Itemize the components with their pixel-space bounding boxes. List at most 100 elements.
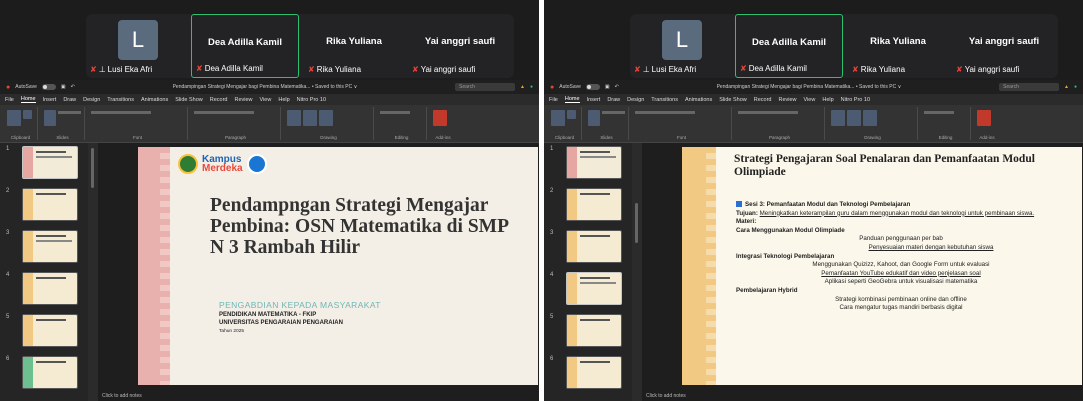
tab-file[interactable]: File xyxy=(5,97,14,103)
slide-year: Tahun 2025 xyxy=(219,329,245,334)
tab-transitions[interactable]: Transitions xyxy=(651,97,678,103)
font-controls[interactable] xyxy=(635,111,695,114)
tab-slide-show[interactable]: Slide Show xyxy=(175,97,203,103)
slide-title[interactable]: Kampus Merdeka Pendampngan Strategi Menga… xyxy=(138,147,538,385)
slide-thumb-4[interactable] xyxy=(566,272,622,305)
autosave-toggle[interactable] xyxy=(41,84,56,90)
paste-icon[interactable] xyxy=(7,110,21,126)
group-font: Font xyxy=(632,107,732,140)
search-input[interactable]: Search xyxy=(455,83,516,91)
autosave-toggle[interactable] xyxy=(585,84,600,90)
slide-thumb-3[interactable] xyxy=(22,230,78,263)
user-avatar-icon[interactable]: ● xyxy=(530,84,533,90)
document-title[interactable]: Pendampingan Strategi Mengajar bagi Pemb… xyxy=(624,84,994,90)
slide-number: 2 xyxy=(550,188,554,194)
slide-thumb-1[interactable] xyxy=(22,146,78,179)
tab-nitro[interactable]: Nitro Pro 10 xyxy=(841,97,870,103)
tab-review[interactable]: Review xyxy=(234,97,252,103)
tab-review[interactable]: Review xyxy=(778,97,796,103)
participant-tile-lusi[interactable]: L ✘ ⊥ Lusi Eka Afri xyxy=(630,14,730,78)
new-slide-icon[interactable] xyxy=(588,110,601,126)
paragraph-controls[interactable] xyxy=(194,111,254,114)
thumbnail-scrollbar[interactable] xyxy=(91,148,94,188)
blue-square-icon xyxy=(736,201,742,208)
slide-thumb-2[interactable] xyxy=(566,188,622,221)
save-icon[interactable]: ▣ xyxy=(605,84,610,90)
user-avatar-icon[interactable]: ● xyxy=(1074,84,1077,90)
slide-thumb-1[interactable] xyxy=(566,146,622,179)
tab-nitro[interactable]: Nitro Pro 10 xyxy=(297,97,326,103)
tab-draw[interactable]: Draw xyxy=(63,97,76,103)
layout-control[interactable] xyxy=(602,111,625,114)
tab-record[interactable]: Record xyxy=(754,97,772,103)
find-replace-controls[interactable] xyxy=(924,111,954,114)
thumb-stripe xyxy=(23,357,33,388)
thumb-stripe xyxy=(567,273,577,304)
tab-help[interactable]: Help xyxy=(822,97,833,103)
university-logo-icon xyxy=(178,154,198,174)
slide-thumb-5[interactable] xyxy=(22,314,78,347)
slide-thumb-6[interactable] xyxy=(566,356,622,389)
tab-design[interactable]: Design xyxy=(83,97,100,103)
shapes-icon[interactable] xyxy=(287,110,301,126)
search-input[interactable]: Search xyxy=(999,83,1060,91)
slide-content[interactable]: Strategi Pengajaran Soal Penalaran dan P… xyxy=(682,147,1082,385)
find-replace-controls[interactable] xyxy=(380,111,410,114)
undo-icon[interactable]: ↶ xyxy=(71,84,75,90)
tab-animations[interactable]: Animations xyxy=(685,97,712,103)
kampus-merdeka-logo: Kampus Merdeka xyxy=(202,155,243,174)
tab-slide-show[interactable]: Slide Show xyxy=(719,97,747,103)
participant-tile-dea[interactable]: Dea Adilla Kamil ✘ Dea Adilla Kamil xyxy=(191,14,299,78)
new-slide-icon[interactable] xyxy=(44,110,57,126)
tab-draw[interactable]: Draw xyxy=(607,97,620,103)
tab-help[interactable]: Help xyxy=(278,97,289,103)
participant-tile-yai[interactable]: Yai anggri saufi ✘ Yai anggri saufi xyxy=(952,14,1056,78)
tab-record[interactable]: Record xyxy=(210,97,228,103)
document-title[interactable]: Pendampingan Strategi Mengajar bagi Pemb… xyxy=(80,84,450,90)
notes-field[interactable]: Click to add notes xyxy=(98,391,539,401)
tab-insert[interactable]: Insert xyxy=(43,97,57,103)
slide-number: 6 xyxy=(550,356,554,362)
tab-view[interactable]: View xyxy=(804,97,816,103)
shapes-icon[interactable] xyxy=(831,110,845,126)
slide-thumb-6[interactable] xyxy=(22,356,78,389)
arrange-icon[interactable] xyxy=(303,110,317,126)
cut-icon[interactable] xyxy=(23,110,32,119)
participant-tile-rika[interactable]: Rika Yuliana ✘ Rika Yuliana xyxy=(848,14,948,78)
slide-thumb-2[interactable] xyxy=(22,188,78,221)
tab-home[interactable]: Home xyxy=(20,96,36,103)
slide-thumb-3[interactable] xyxy=(566,230,622,263)
work-area: 1 2 3 4 5 6 Kampus Merdeka Pendampngan S… xyxy=(0,143,539,401)
quick-styles-icon[interactable] xyxy=(863,110,877,126)
quick-styles-icon[interactable] xyxy=(319,110,333,126)
paste-icon[interactable] xyxy=(551,110,565,126)
participant-tile-yai[interactable]: Yai anggri saufi ✘ Yai anggri saufi xyxy=(408,14,512,78)
avatar: L xyxy=(118,20,158,60)
cut-icon[interactable] xyxy=(567,110,576,119)
tab-transitions[interactable]: Transitions xyxy=(107,97,134,103)
save-icon[interactable]: ▣ xyxy=(61,84,66,90)
addins-icon[interactable] xyxy=(977,110,991,126)
tab-file[interactable]: File xyxy=(549,97,558,103)
font-controls[interactable] xyxy=(91,111,151,114)
participant-tile-rika[interactable]: Rika Yuliana ✘ Rika Yuliana xyxy=(304,14,404,78)
tab-animations[interactable]: Animations xyxy=(141,97,168,103)
paragraph-controls[interactable] xyxy=(738,111,798,114)
group-slides: Slides xyxy=(585,107,629,140)
tab-design[interactable]: Design xyxy=(627,97,644,103)
tab-view[interactable]: View xyxy=(260,97,272,103)
addins-icon[interactable] xyxy=(433,110,447,126)
notes-field[interactable]: Click to add notes xyxy=(642,391,1083,401)
layout-control[interactable] xyxy=(58,111,81,114)
thumbnail-scrollbar[interactable] xyxy=(635,203,638,243)
group-label: Slides xyxy=(600,135,613,140)
tab-insert[interactable]: Insert xyxy=(587,97,601,103)
group-drawing: Drawing xyxy=(828,107,918,140)
slide-thumb-4[interactable] xyxy=(22,272,78,305)
participant-tile-lusi[interactable]: L ✘ ⊥ Lusi Eka Afri xyxy=(86,14,186,78)
tab-home[interactable]: Home xyxy=(564,96,580,103)
participant-tile-dea[interactable]: Dea Adilla Kamil ✘ Dea Adilla Kamil xyxy=(735,14,843,78)
undo-icon[interactable]: ↶ xyxy=(615,84,619,90)
slide-thumb-5[interactable] xyxy=(566,314,622,347)
arrange-icon[interactable] xyxy=(847,110,861,126)
